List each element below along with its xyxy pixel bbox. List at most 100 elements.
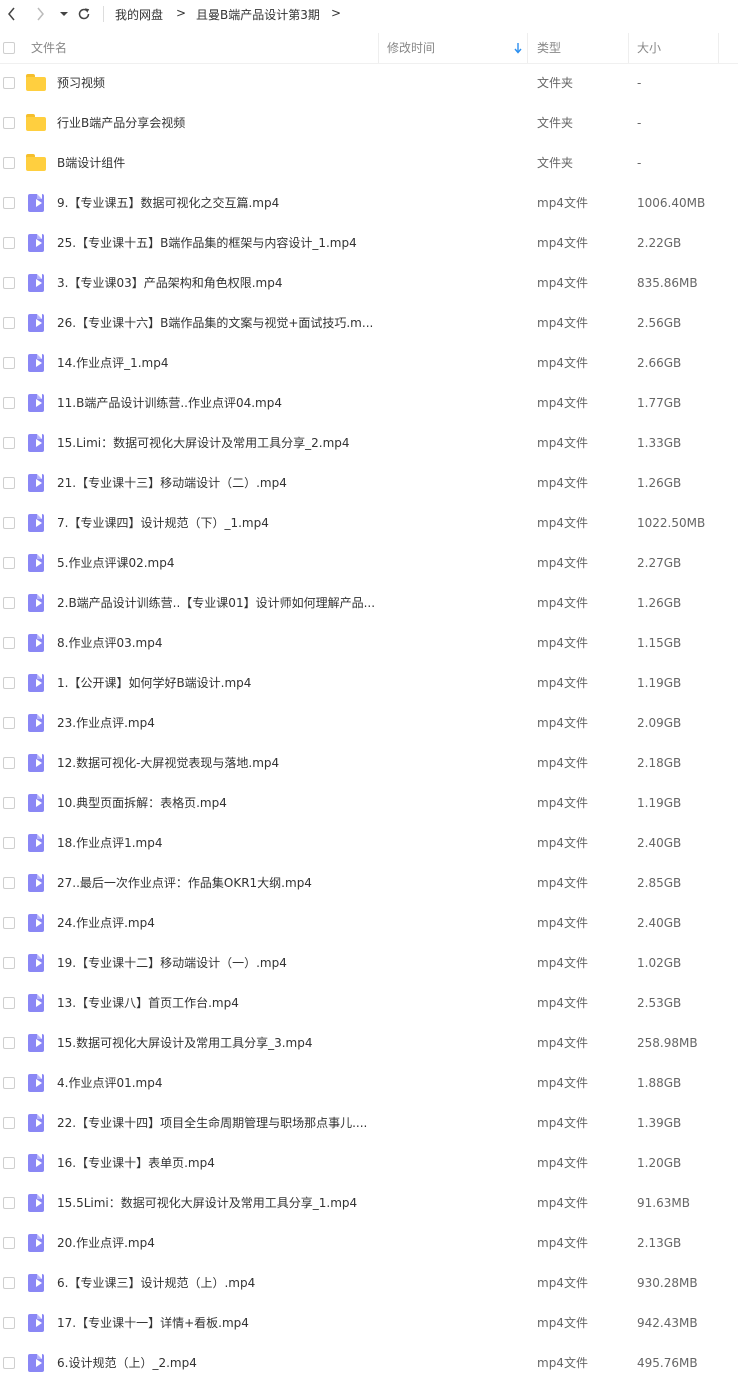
file-name[interactable]: 2.B端产品设计训练营..【专业课01】设计师如何理解产品... bbox=[57, 583, 375, 623]
file-name[interactable]: 预习视频 bbox=[57, 63, 375, 103]
file-name[interactable]: 8.作业点评03.mp4 bbox=[57, 623, 375, 663]
column-header-modified[interactable]: 修改时间 bbox=[387, 33, 435, 63]
file-name[interactable]: 14.作业点评_1.mp4 bbox=[57, 343, 375, 383]
row-checkbox[interactable] bbox=[3, 1317, 15, 1329]
file-name[interactable]: 15.Limi：数据可视化大屏设计及常用工具分享_2.mp4 bbox=[57, 423, 375, 463]
file-name[interactable]: 9.【专业课五】数据可视化之交互篇.mp4 bbox=[57, 183, 375, 223]
file-row[interactable]: 26.【专业课十六】B端作品集的文案与视觉+面试技巧.m... mp4文件 2.56… bbox=[0, 303, 738, 343]
file-name[interactable]: 6.【专业课三】设计规范（上）.mp4 bbox=[57, 1263, 375, 1303]
file-name[interactable]: 27..最后一次作业点评：作品集OKR1大纲.mp4 bbox=[57, 863, 375, 903]
file-row[interactable]: 15.Limi：数据可视化大屏设计及常用工具分享_2.mp4 mp4文件 1.33G… bbox=[0, 423, 738, 463]
file-name[interactable]: 12.数据可视化-大屏视觉表现与落地.mp4 bbox=[57, 743, 375, 783]
row-checkbox[interactable] bbox=[3, 517, 15, 529]
file-name[interactable]: 15.数据可视化大屏设计及常用工具分享_3.mp4 bbox=[57, 1023, 375, 1063]
breadcrumb-root[interactable]: 我的网盘 bbox=[115, 6, 163, 23]
row-checkbox[interactable] bbox=[3, 1077, 15, 1089]
column-header-type[interactable]: 类型 bbox=[537, 33, 561, 63]
file-name[interactable]: 20.作业点评.mp4 bbox=[57, 1223, 375, 1263]
file-name[interactable]: 13.【专业课八】首页工作台.mp4 bbox=[57, 983, 375, 1023]
row-checkbox[interactable] bbox=[3, 837, 15, 849]
file-row[interactable]: 4.作业点评01.mp4 mp4文件 1.88GB bbox=[0, 1063, 738, 1103]
row-checkbox[interactable] bbox=[3, 1157, 15, 1169]
row-checkbox[interactable] bbox=[3, 1037, 15, 1049]
row-checkbox[interactable] bbox=[3, 557, 15, 569]
file-row[interactable]: 15.数据可视化大屏设计及常用工具分享_3.mp4 mp4文件 258.98MB bbox=[0, 1023, 738, 1063]
row-checkbox[interactable] bbox=[3, 397, 15, 409]
file-name[interactable]: 6.设计规范（上）_2.mp4 bbox=[57, 1343, 375, 1383]
file-row[interactable]: 7.【专业课四】设计规范（下）_1.mp4 mp4文件 1022.50MB bbox=[0, 503, 738, 543]
file-name[interactable]: 23.作业点评.mp4 bbox=[57, 703, 375, 743]
file-name[interactable]: 7.【专业课四】设计规范（下）_1.mp4 bbox=[57, 503, 375, 543]
row-checkbox[interactable] bbox=[3, 1357, 15, 1369]
file-name[interactable]: B端设计组件 bbox=[57, 143, 375, 183]
file-name[interactable]: 3.【专业课03】产品架构和角色权限.mp4 bbox=[57, 263, 375, 303]
row-checkbox[interactable] bbox=[3, 637, 15, 649]
file-row[interactable]: 12.数据可视化-大屏视觉表现与落地.mp4 mp4文件 2.18GB bbox=[0, 743, 738, 783]
row-checkbox[interactable] bbox=[3, 437, 15, 449]
file-row[interactable]: 5.作业点评课02.mp4 mp4文件 2.27GB bbox=[0, 543, 738, 583]
row-checkbox[interactable] bbox=[3, 717, 15, 729]
column-divider[interactable] bbox=[628, 33, 629, 63]
row-checkbox[interactable] bbox=[3, 1237, 15, 1249]
row-checkbox[interactable] bbox=[3, 317, 15, 329]
history-dropdown-button[interactable] bbox=[54, 4, 74, 24]
file-name[interactable]: 24.作业点评.mp4 bbox=[57, 903, 375, 943]
file-name[interactable]: 11.B端产品设计训练营..作业点评04.mp4 bbox=[57, 383, 375, 423]
file-row[interactable]: 16.【专业课十】表单页.mp4 mp4文件 1.20GB bbox=[0, 1143, 738, 1183]
file-row[interactable]: 6.设计规范（上）_2.mp4 mp4文件 495.76MB bbox=[0, 1343, 738, 1383]
file-row[interactable]: 6.【专业课三】设计规范（上）.mp4 mp4文件 930.28MB bbox=[0, 1263, 738, 1303]
row-checkbox[interactable] bbox=[3, 677, 15, 689]
breadcrumb-current[interactable]: 且曼B端产品设计第3期 bbox=[196, 6, 320, 23]
file-name[interactable]: 17.【专业课十一】详情+看板.mp4 bbox=[57, 1303, 375, 1343]
forward-button[interactable] bbox=[30, 4, 50, 24]
file-row[interactable]: 2.B端产品设计训练营..【专业课01】设计师如何理解产品... mp4文件 1.2… bbox=[0, 583, 738, 623]
column-header-name[interactable]: 文件名 bbox=[31, 33, 67, 63]
column-divider[interactable] bbox=[527, 33, 528, 63]
file-name[interactable]: 1.【公开课】如何学好B端设计.mp4 bbox=[57, 663, 375, 703]
column-divider[interactable] bbox=[378, 33, 379, 63]
file-row[interactable]: 27..最后一次作业点评：作品集OKR1大纲.mp4 mp4文件 2.85GB bbox=[0, 863, 738, 903]
file-name[interactable]: 10.典型页面拆解：表格页.mp4 bbox=[57, 783, 375, 823]
file-row[interactable]: 25.【专业课十五】B端作品集的框架与内容设计_1.mp4 mp4文件 2.22GB bbox=[0, 223, 738, 263]
file-row[interactable]: 14.作业点评_1.mp4 mp4文件 2.66GB bbox=[0, 343, 738, 383]
file-name[interactable]: 15.5Limi：数据可视化大屏设计及常用工具分享_1.mp4 bbox=[57, 1183, 375, 1223]
file-row[interactable]: 17.【专业课十一】详情+看板.mp4 mp4文件 942.43MB bbox=[0, 1303, 738, 1343]
file-name[interactable]: 行业B端产品分享会视频 bbox=[57, 103, 375, 143]
file-name[interactable]: 25.【专业课十五】B端作品集的框架与内容设计_1.mp4 bbox=[57, 223, 375, 263]
file-name[interactable]: 19.【专业课十二】移动端设计（一）.mp4 bbox=[57, 943, 375, 983]
row-checkbox[interactable] bbox=[3, 797, 15, 809]
row-checkbox[interactable] bbox=[3, 997, 15, 1009]
row-checkbox[interactable] bbox=[3, 1117, 15, 1129]
row-checkbox[interactable] bbox=[3, 1197, 15, 1209]
file-name[interactable]: 4.作业点评01.mp4 bbox=[57, 1063, 375, 1103]
file-row[interactable]: 8.作业点评03.mp4 mp4文件 1.15GB bbox=[0, 623, 738, 663]
folder-row[interactable]: 行业B端产品分享会视频 文件夹 - bbox=[0, 103, 738, 143]
file-row[interactable]: 23.作业点评.mp4 mp4文件 2.09GB bbox=[0, 703, 738, 743]
file-row[interactable]: 19.【专业课十二】移动端设计（一）.mp4 mp4文件 1.02GB bbox=[0, 943, 738, 983]
file-row[interactable]: 20.作业点评.mp4 mp4文件 2.13GB bbox=[0, 1223, 738, 1263]
file-row[interactable]: 24.作业点评.mp4 mp4文件 2.40GB bbox=[0, 903, 738, 943]
row-checkbox[interactable] bbox=[3, 77, 15, 89]
row-checkbox[interactable] bbox=[3, 157, 15, 169]
row-checkbox[interactable] bbox=[3, 357, 15, 369]
file-name[interactable]: 21.【专业课十三】移动端设计（二）.mp4 bbox=[57, 463, 375, 503]
file-name[interactable]: 26.【专业课十六】B端作品集的文案与视觉+面试技巧.m... bbox=[57, 303, 375, 343]
row-checkbox[interactable] bbox=[3, 957, 15, 969]
row-checkbox[interactable] bbox=[3, 597, 15, 609]
file-name[interactable]: 16.【专业课十】表单页.mp4 bbox=[57, 1143, 375, 1183]
file-row[interactable]: 15.5Limi：数据可视化大屏设计及常用工具分享_1.mp4 mp4文件 91.6… bbox=[0, 1183, 738, 1223]
file-row[interactable]: 13.【专业课八】首页工作台.mp4 mp4文件 2.53GB bbox=[0, 983, 738, 1023]
row-checkbox[interactable] bbox=[3, 237, 15, 249]
file-name[interactable]: 5.作业点评课02.mp4 bbox=[57, 543, 375, 583]
folder-row[interactable]: B端设计组件 文件夹 - bbox=[0, 143, 738, 183]
column-divider[interactable] bbox=[718, 33, 719, 63]
file-row[interactable]: 3.【专业课03】产品架构和角色权限.mp4 mp4文件 835.86MB bbox=[0, 263, 738, 303]
file-row[interactable]: 1.【公开课】如何学好B端设计.mp4 mp4文件 1.19GB bbox=[0, 663, 738, 703]
file-row[interactable]: 21.【专业课十三】移动端设计（二）.mp4 mp4文件 1.26GB bbox=[0, 463, 738, 503]
row-checkbox[interactable] bbox=[3, 197, 15, 209]
folder-row[interactable]: 预习视频 文件夹 - bbox=[0, 63, 738, 103]
file-row[interactable]: 18.作业点评1.mp4 mp4文件 2.40GB bbox=[0, 823, 738, 863]
file-name[interactable]: 18.作业点评1.mp4 bbox=[57, 823, 375, 863]
select-all-checkbox[interactable] bbox=[3, 42, 15, 54]
back-button[interactable] bbox=[2, 4, 22, 24]
